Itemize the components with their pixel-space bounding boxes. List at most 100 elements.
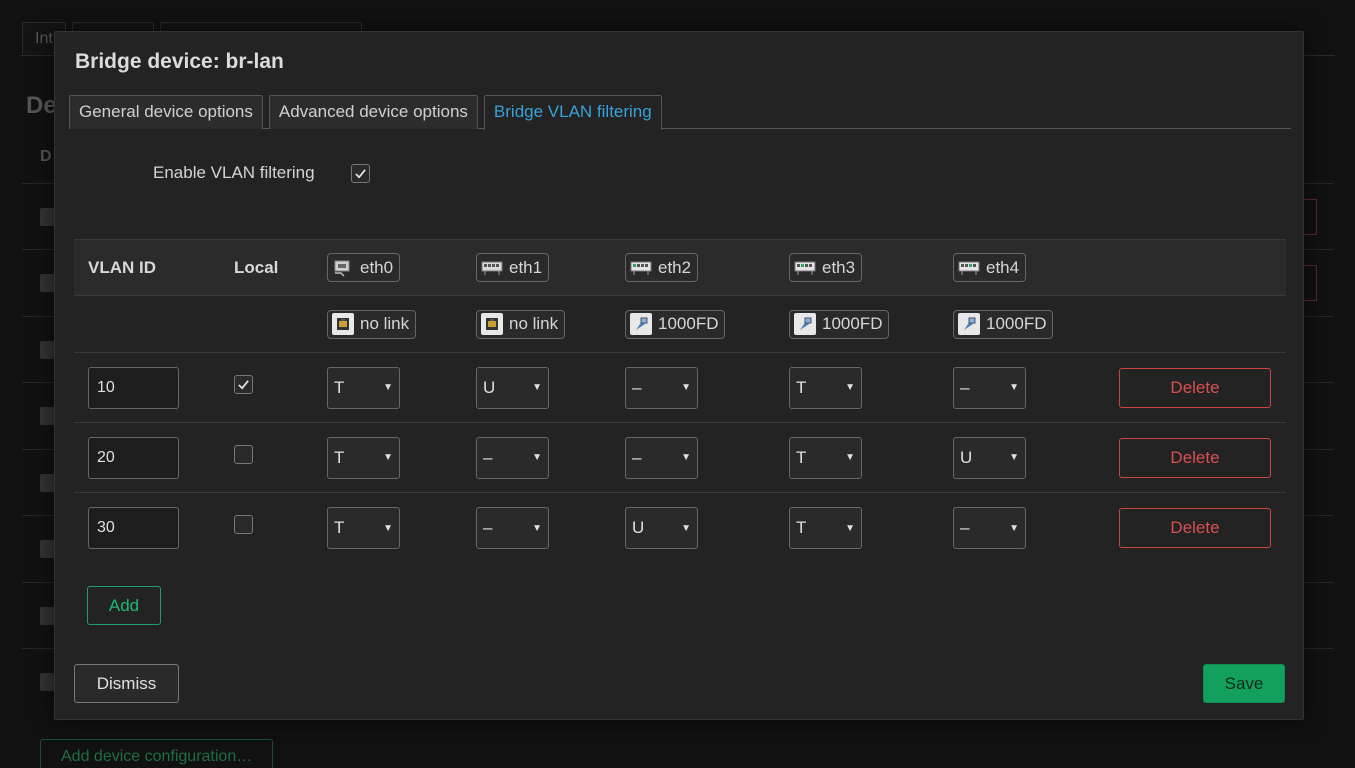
port-status-eth3: 1000FD <box>789 309 890 339</box>
enable-vlan-filtering-label: Enable VLAN filtering <box>153 163 315 182</box>
vlan-row: 10 T ▼ U ▼ – ▼ T ▼ – ▼ Delete <box>74 353 1286 423</box>
ethernet-port-icon <box>481 258 503 278</box>
local-checkbox[interactable] <box>234 515 253 534</box>
port-status-eth2: 1000FD <box>625 309 726 339</box>
port-status-text: 1000FD <box>986 314 1047 333</box>
caret-down-icon: ▼ <box>681 382 691 393</box>
enable-vlan-filtering-checkbox[interactable] <box>351 163 370 183</box>
ethernet-port-disconnected-icon <box>332 258 354 278</box>
port-badge-eth2: eth2 <box>625 253 699 282</box>
select-value: – <box>483 518 493 537</box>
port-status-eth1: no link <box>476 309 566 339</box>
modal-title: Bridge device: br-lan <box>75 50 284 73</box>
port-badge-eth3: eth3 <box>789 253 863 282</box>
tab-general-device-options[interactable]: General device options <box>69 95 263 129</box>
port-name: eth4 <box>986 257 1020 277</box>
caret-down-icon: ▼ <box>383 382 393 393</box>
port-mode-select-eth0[interactable]: T ▼ <box>327 436 400 479</box>
port-name: eth1 <box>509 257 543 277</box>
port-mode-select-eth2[interactable]: U ▼ <box>625 507 698 549</box>
port-status-row: no link no link 1000FD 1000FD 1000FD <box>74 296 1286 353</box>
vlan-table: VLAN ID Local eth0 eth1 eth2 eth3 eth4 n… <box>74 239 1286 563</box>
port-badge-eth1: eth1 <box>476 253 550 282</box>
checkmark-icon <box>238 380 249 390</box>
delete-vlan-button[interactable]: Delete <box>1119 367 1271 408</box>
caret-down-icon: ▼ <box>845 382 855 393</box>
vlan-id-input[interactable]: 20 <box>88 436 179 479</box>
vlan-table-header: VLAN ID Local eth0 eth1 eth2 eth3 eth4 <box>74 239 1286 296</box>
background-column-header: D <box>40 148 52 165</box>
caret-down-icon: ▼ <box>845 522 855 534</box>
select-value: T <box>796 447 807 467</box>
background-heading: De <box>26 92 57 119</box>
tab-bridge-vlan-filtering[interactable]: Bridge VLAN filtering <box>483 95 662 130</box>
tab-advanced-device-options[interactable]: Advanced device options <box>268 95 478 129</box>
caret-down-icon: ▼ <box>532 522 542 534</box>
ethernet-port-icon <box>630 258 652 278</box>
port-mode-select-eth0[interactable]: T ▼ <box>327 366 400 409</box>
modal-tabs: General device options Advanced device o… <box>69 95 1291 130</box>
vlan-id-input[interactable]: 10 <box>88 366 179 409</box>
port-mode-select-eth1[interactable]: – ▼ <box>476 507 549 549</box>
select-value: T <box>334 447 345 467</box>
ethernet-port-icon <box>794 258 816 278</box>
caret-down-icon: ▼ <box>1009 522 1019 534</box>
ethernet-port-icon <box>958 258 980 278</box>
port-mode-select-eth1[interactable]: U ▼ <box>476 366 549 409</box>
local-checkbox[interactable] <box>234 375 253 394</box>
delete-vlan-button[interactable]: Delete <box>1119 437 1271 478</box>
port-name: eth2 <box>658 257 692 277</box>
vlan-row: 20 T ▼ – ▼ – ▼ T ▼ U ▼ Delete <box>74 423 1286 493</box>
port-mode-select-eth3[interactable]: T ▼ <box>789 507 862 549</box>
select-value: T <box>334 518 345 537</box>
background-add-device-configuration-button: Add device configuration… <box>40 739 274 768</box>
save-button[interactable]: Save <box>1203 664 1285 703</box>
no-link-icon <box>332 313 354 335</box>
caret-down-icon: ▼ <box>532 382 542 393</box>
link-up-icon <box>794 313 816 335</box>
vlan-id-input[interactable]: 30 <box>88 507 179 549</box>
checkmark-icon <box>355 168 366 178</box>
select-value: T <box>796 518 807 537</box>
dismiss-button[interactable]: Dismiss <box>74 664 179 703</box>
select-value: U <box>483 377 496 397</box>
port-mode-select-eth4[interactable]: U ▼ <box>953 436 1026 479</box>
caret-down-icon: ▼ <box>845 452 855 463</box>
port-mode-select-eth3[interactable]: T ▼ <box>789 436 862 479</box>
select-value: – <box>632 447 642 467</box>
delete-vlan-button[interactable]: Delete <box>1119 508 1271 548</box>
add-vlan-button[interactable]: Add <box>87 586 161 625</box>
port-badge-eth0: eth0 <box>327 253 401 282</box>
select-value: U <box>632 518 645 537</box>
port-mode-select-eth2[interactable]: – ▼ <box>625 436 698 479</box>
port-mode-select-eth3[interactable]: T ▼ <box>789 366 862 409</box>
header-vlan-id: VLAN ID <box>88 257 156 277</box>
port-status-eth4: 1000FD <box>953 309 1054 339</box>
select-value: – <box>960 377 970 397</box>
select-value: T <box>334 377 345 397</box>
port-mode-select-eth4[interactable]: – ▼ <box>953 507 1026 549</box>
port-status-eth0: no link <box>327 309 417 339</box>
port-mode-select-eth4[interactable]: – ▼ <box>953 366 1026 409</box>
select-value: – <box>632 377 642 397</box>
header-local: Local <box>234 257 279 277</box>
port-name: eth0 <box>360 257 394 277</box>
port-status-text: no link <box>360 314 410 333</box>
select-value: – <box>483 447 493 467</box>
caret-down-icon: ▼ <box>1009 382 1019 393</box>
port-mode-select-eth1[interactable]: – ▼ <box>476 436 549 479</box>
no-link-icon <box>481 313 503 335</box>
select-value: U <box>960 447 973 467</box>
port-mode-select-eth2[interactable]: – ▼ <box>625 366 698 409</box>
port-status-text: 1000FD <box>658 314 719 333</box>
bridge-device-modal: Bridge device: br-lan General device opt… <box>54 31 1304 720</box>
caret-down-icon: ▼ <box>532 452 542 463</box>
port-mode-select-eth0[interactable]: T ▼ <box>327 507 400 549</box>
caret-down-icon: ▼ <box>1009 452 1019 463</box>
caret-down-icon: ▼ <box>383 452 393 463</box>
select-value: T <box>796 377 807 397</box>
caret-down-icon: ▼ <box>681 522 691 534</box>
local-checkbox[interactable] <box>234 445 253 464</box>
caret-down-icon: ▼ <box>383 522 393 534</box>
link-up-icon <box>630 313 652 335</box>
